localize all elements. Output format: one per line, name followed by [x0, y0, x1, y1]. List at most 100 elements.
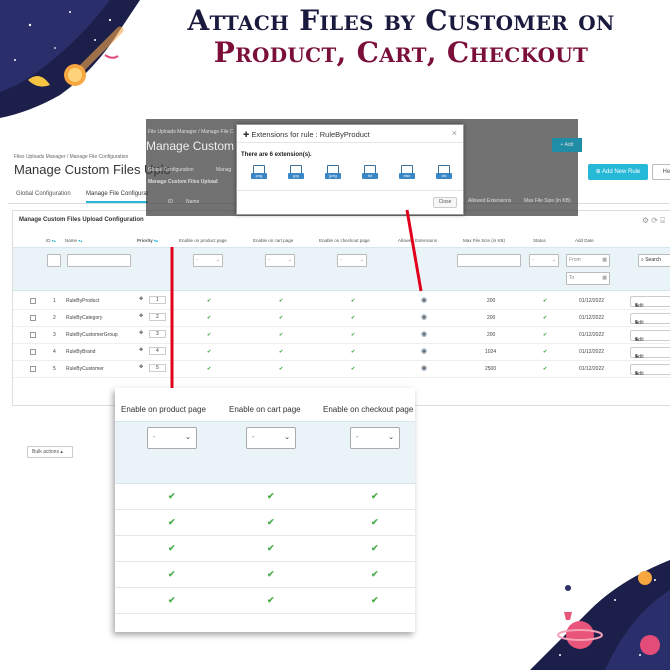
zoom-product-select[interactable]: - ⌄	[147, 427, 197, 449]
check-icon: ✔	[279, 349, 284, 355]
filter-checkout-select[interactable]: - ⌄	[337, 254, 367, 267]
breadcrumb-root[interactable]: Files Uploads Manager	[14, 154, 65, 160]
drag-handle-icon[interactable]: ✥	[139, 364, 143, 370]
row-checkbox[interactable]	[30, 298, 36, 304]
zoom-col-product[interactable]: Enable on product page ▾▴	[121, 405, 214, 431]
drag-handle-icon[interactable]: ✥	[139, 347, 143, 353]
edit-button[interactable]: ✎ Edit ▾	[630, 330, 670, 343]
col-add-date[interactable]: Add Date	[575, 238, 594, 243]
check-icon: ✔	[279, 366, 284, 372]
check-icon: ✔	[207, 298, 212, 304]
zoom-checkout-select[interactable]: - ⌄	[350, 427, 400, 449]
filter-id-input[interactable]	[47, 254, 61, 267]
backdrop-tab-manage: Manag	[216, 167, 232, 173]
backdrop-add-button: + Add	[552, 138, 582, 152]
check-icon: ✔	[371, 569, 379, 579]
edit-button[interactable]: ✎ Edit ▾	[630, 313, 670, 326]
row-date: 01/12/2022	[579, 298, 605, 304]
eye-icon[interactable]: ◉	[421, 347, 427, 355]
check-icon: ✔	[371, 595, 379, 605]
panel-title: Manage Custom Files Upload Configuration	[19, 217, 144, 223]
filter-status-select[interactable]: - ⌄	[529, 254, 559, 267]
edit-button[interactable]: ✎ Edit ▾	[630, 347, 670, 360]
refresh-icon[interactable]: ⟳	[651, 216, 658, 225]
eye-icon[interactable]: ◉	[421, 330, 427, 338]
bulk-actions-button[interactable]: Bulk actions ▴	[27, 446, 73, 458]
row-checkbox[interactable]	[30, 366, 36, 372]
col-cart-page[interactable]: Enable on cart page	[253, 238, 293, 243]
chevron-down-icon: ⌄	[551, 257, 556, 263]
row-name: RuleByCustomerGroup	[66, 332, 118, 338]
close-button[interactable]: Close	[433, 197, 457, 208]
col-product-page[interactable]: Enable on product page	[179, 238, 227, 243]
chevron-down-icon: ⌄	[359, 257, 364, 263]
zoom-col-checkout[interactable]: Enable on checkout page	[323, 405, 413, 414]
row-size: 200	[487, 315, 496, 321]
filter-row: - ⌄ - ⌄ - ⌄ - ⌄ From ▦ To ▦ ⌕ Search	[13, 247, 670, 291]
row-checkbox[interactable]	[30, 349, 36, 355]
col-checkout-page[interactable]: Enable on checkout page	[319, 238, 370, 243]
search-button[interactable]: ⌕ Search	[638, 254, 670, 267]
drag-handle-icon[interactable]: ✥	[139, 296, 143, 302]
col-priority[interactable]: Priority ▾▴	[137, 238, 158, 243]
caret-down-icon[interactable]: ▾	[635, 370, 638, 379]
check-icon[interactable]: ✔	[543, 298, 547, 304]
zoom-col-cart[interactable]: Enable on cart page ▾▴	[229, 405, 309, 431]
chevron-down-icon: ⌄	[185, 434, 191, 441]
filter-date-to[interactable]: To ▦	[566, 272, 610, 285]
eye-icon[interactable]: ◉	[421, 313, 427, 321]
row-size: 2500	[485, 366, 497, 372]
banner-title-line1: Attach Files by Customer on	[187, 4, 615, 37]
check-icon[interactable]: ✔	[543, 332, 547, 338]
tab-global-configuration[interactable]: Global Configuration	[16, 191, 71, 197]
chevron-down-icon: ⌄	[287, 257, 292, 263]
tab-manage-file-configuration[interactable]: Manage File Configurat	[86, 191, 149, 203]
check-icon: ✔	[168, 517, 176, 527]
extensions-modal: ✚ Extensions for rule : RuleByProduct × …	[236, 124, 464, 215]
drag-handle-icon[interactable]: ✥	[139, 330, 143, 336]
col-name[interactable]: Name ▾▴	[65, 238, 82, 243]
check-icon[interactable]: ✔	[543, 315, 547, 321]
filter-date-from[interactable]: From ▦	[566, 254, 610, 267]
backdrop-id-header: ID	[168, 199, 173, 205]
row-checkbox[interactable]	[30, 315, 36, 321]
calendar-icon[interactable]: ▦	[602, 255, 607, 266]
zoom-header: Enable on product page ▾▴ Enable on cart…	[115, 388, 415, 431]
backdrop-title: Manage Custom Fi	[146, 139, 248, 153]
check-icon[interactable]: ✔	[543, 349, 547, 355]
modal-title: ✚ Extensions for rule : RuleByProduct	[243, 130, 370, 139]
edit-button[interactable]: ✎ Edit ▾	[630, 364, 670, 377]
table-row: 5 RuleByCustomer ✥ 5 ✔ ✔ ✔ ◉ 2500 ✔ 01/1…	[13, 361, 670, 378]
row-date: 01/12/2022	[579, 366, 605, 372]
col-id[interactable]: ID ▾▴	[46, 238, 56, 243]
help-button[interactable]: Hel	[652, 164, 670, 180]
edit-button[interactable]: ✎ Edit ▾	[630, 296, 670, 309]
zoom-filter-row: - ⌄ - ⌄ - ⌄	[115, 421, 415, 484]
filter-product-select[interactable]: - ⌄	[193, 254, 223, 267]
planet-illustration	[530, 560, 670, 670]
check-icon[interactable]: ✔	[543, 366, 547, 372]
close-icon[interactable]: ×	[452, 128, 457, 138]
filter-size-input[interactable]	[457, 254, 521, 267]
row-priority: 3	[149, 330, 166, 338]
eye-icon[interactable]: ◉	[421, 364, 427, 372]
eye-icon[interactable]: ◉	[421, 296, 427, 304]
png-file-icon: png	[251, 165, 267, 183]
add-new-rule-button[interactable]: ⊕ Add New Rule	[588, 164, 648, 180]
rules-panel: Manage Custom Files Upload Configuration…	[12, 210, 670, 458]
chevron-down-icon: ⌄	[215, 257, 220, 263]
table-row: 1 RuleByProduct ✥ 1 ✔ ✔ ✔ ◉ 200 ✔ 01/12/…	[13, 293, 670, 310]
col-status[interactable]: Status	[533, 238, 546, 243]
filter-name-input[interactable]	[67, 254, 131, 267]
sql-icon[interactable]: ⌸	[660, 216, 665, 225]
drag-handle-icon[interactable]: ✥	[139, 313, 143, 319]
settings-icon[interactable]: ⚙	[642, 216, 649, 225]
chevron-down-icon: ⌄	[388, 434, 394, 441]
calendar-icon[interactable]: ▦	[602, 273, 607, 284]
check-icon: ✔	[279, 298, 284, 304]
zoom-cart-select[interactable]: - ⌄	[246, 427, 296, 449]
row-checkbox[interactable]	[30, 332, 36, 338]
backdrop-name-header: Name	[186, 199, 200, 205]
filter-cart-select[interactable]: - ⌄	[265, 254, 295, 267]
col-max-file-size[interactable]: Max File Size (in KB)	[463, 238, 505, 243]
